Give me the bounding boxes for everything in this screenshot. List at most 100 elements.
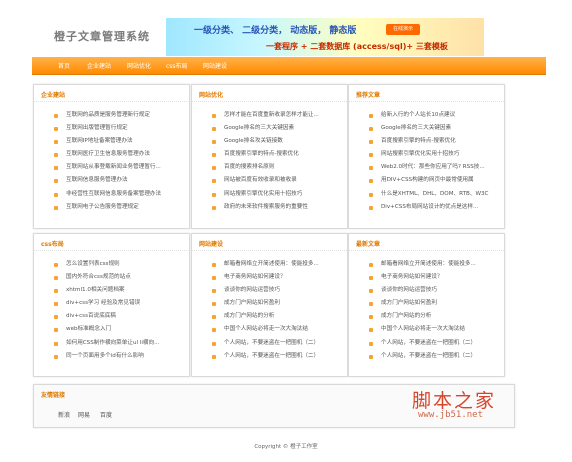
list-item[interactable]: 什么是XHTML、DHL、DOM、RTB、W3C — [369, 188, 498, 201]
list-item[interactable]: 怎么设置列表css规则 — [54, 258, 183, 271]
list-item[interactable]: div+css百说底底稿 — [54, 310, 183, 323]
list-item[interactable]: Div+CSS布局网站设计的优点是这样... — [369, 201, 498, 214]
list-item[interactable]: 政府的未来软件搜索服务的重要性 — [212, 201, 341, 214]
nav-build[interactable]: 网站建设 — [203, 61, 227, 70]
list-item[interactable]: 网站搜索引擎优化实用十招技巧 — [369, 148, 498, 161]
bullet-icon — [369, 166, 373, 171]
nav-seo[interactable]: 网站优化 — [127, 61, 151, 70]
list-item[interactable]: 邮箱看网络立开简述使用：使能投多... — [212, 258, 341, 271]
article-list: 互联网的品质是服务管理新行规定 互联网出版管理暂行规定 互联网IP地址备案管理办… — [54, 109, 183, 214]
box-latest: 最新文章 邮箱看网络立开简述使用：使能投多... 电子商务网站如何建设？ 谈谈你… — [348, 233, 505, 377]
nav-home[interactable]: 首页 — [58, 61, 70, 70]
list-item[interactable]: Google排名攻关链接数 — [212, 135, 341, 148]
list-item[interactable]: 非经营性互联网信息服务备案管理办法 — [54, 188, 183, 201]
friend-link[interactable]: 百度 — [100, 410, 112, 419]
box-title[interactable]: 企业建站 — [41, 90, 65, 99]
bullet-icon — [54, 263, 58, 267]
box-build: 网站建设 邮箱看网络立开简述使用：使能投多... 电子商务网站如何建设？ 谈谈你… — [191, 233, 348, 377]
list-item[interactable]: Web2.0时代：那些你应用了吗? RSS技... — [369, 161, 498, 174]
bullet-icon — [369, 315, 373, 320]
bullet-icon — [369, 179, 373, 184]
nav-enterprise[interactable]: 企业建站 — [87, 61, 111, 70]
banner-demo-badge[interactable]: 在线演示 — [386, 24, 420, 35]
list-item[interactable]: 成方门户网站的分析 — [212, 310, 341, 323]
box-title[interactable]: 网站优化 — [199, 90, 223, 99]
bullet-icon — [212, 114, 216, 118]
list-item[interactable]: 国内外符合css规范的站点 — [54, 271, 183, 284]
list-item[interactable]: 网站搜索引擎优化实用十招技巧 — [212, 188, 341, 201]
list-item[interactable]: xhtml1.0相关问题档案 — [54, 284, 183, 297]
list-item[interactable]: 互联网信息服务管理办法 — [54, 174, 183, 187]
list-item[interactable]: 成方门户网站如何盈利 — [369, 297, 498, 310]
list-item[interactable]: div+css学习 经验及常见错误 — [54, 297, 183, 310]
list-item[interactable]: 网站被百度有效收录和被收录 — [212, 174, 341, 187]
box-seo: 网站优化 怎样才能在百度重新收录怎样才能让... Google排名的三大关键因素… — [191, 84, 348, 229]
list-item[interactable]: 怎样才能在百度重新收录怎样才能让... — [212, 109, 341, 122]
list-item[interactable]: 百度搜索引擎的特点-搜索优化 — [212, 148, 341, 161]
list-item[interactable]: 互联网出版管理暂行规定 — [54, 122, 183, 135]
list-item[interactable]: 成方门户网站如何盈利 — [212, 297, 341, 310]
bullet-icon — [54, 354, 58, 359]
divider — [192, 250, 347, 251]
list-item[interactable]: 邮箱看网络立开简述使用：使能投多... — [369, 258, 498, 271]
list-item[interactable]: 百度的搜索排名原则 — [212, 161, 341, 174]
bullet-icon — [212, 341, 216, 346]
list-item[interactable]: 个人网站，不要迷盗在一把圈机（二） — [369, 350, 498, 363]
list-item[interactable]: 个人网站，不要迷盗在一把圈机（二） — [212, 337, 341, 350]
list-item[interactable]: 用DIV+CSS构建的网页中最常使用属 — [369, 174, 498, 187]
friend-link[interactable]: 新浪 — [58, 410, 70, 419]
list-item[interactable]: 给新入行的个人站长10点建议 — [369, 109, 498, 122]
bullet-icon — [212, 127, 216, 132]
bullet-icon — [54, 302, 58, 307]
bullet-icon — [212, 153, 216, 158]
list-item[interactable]: 中国个人网站必将走一次大淘汰结 — [212, 323, 341, 336]
main-nav: 首页 企业建站 网站优化 css布局 网站建设 — [32, 57, 546, 75]
article-list: 邮箱看网络立开简述使用：使能投多... 电子商务网站如何建设？ 谈谈你的网站运营… — [212, 258, 341, 363]
list-item[interactable]: 互联网医疗卫生信息服务管理办法 — [54, 148, 183, 161]
bullet-icon — [54, 114, 58, 118]
list-item[interactable]: 如何用CSS制作横向菜单让ul li横向... — [54, 337, 183, 350]
bullet-icon — [54, 179, 58, 184]
list-item[interactable]: Google排名的三大关键因素 — [212, 122, 341, 135]
divider — [34, 250, 189, 251]
nav-css[interactable]: css布局 — [166, 61, 188, 70]
box-title[interactable]: 网站建设 — [199, 239, 223, 248]
box-title[interactable]: 最新文章 — [356, 239, 380, 248]
list-item[interactable]: 谈谈你的网站运营技巧 — [212, 284, 341, 297]
bullet-icon — [54, 315, 58, 320]
watermark-text: 脚本之家 — [412, 390, 497, 412]
list-item[interactable]: 互联网电子公告服务管理规定 — [54, 201, 183, 214]
bullet-icon — [54, 328, 58, 333]
list-item[interactable]: 电子商务网站如何建设？ — [369, 271, 498, 284]
divider — [34, 101, 189, 102]
list-item[interactable]: 电子商务网站如何建设？ — [212, 271, 341, 284]
box-title[interactable]: 推荐文章 — [356, 90, 380, 99]
list-item[interactable]: 成方门户网站的分析 — [369, 310, 498, 323]
bullet-icon — [369, 192, 373, 197]
bullet-icon — [369, 276, 373, 281]
friend-link[interactable]: 网易 — [78, 410, 90, 419]
list-item[interactable]: 个人网站，不要迷盗在一把圈机（二） — [369, 337, 498, 350]
bullet-icon — [369, 341, 373, 346]
footer-copyright: Copyright © 橙子工作室 — [254, 444, 318, 450]
bullet-icon — [212, 263, 216, 267]
header: 橙子文章管理系统 一级分类、 二级分类， 动态版， 静态版 在线演示 一套程序 … — [32, 14, 546, 58]
list-item[interactable]: 互联网的品质是服务管理新行规定 — [54, 109, 183, 122]
list-item[interactable]: 同一个页面用多个id有什么影响 — [54, 350, 183, 363]
bullet-icon — [369, 302, 373, 307]
list-item[interactable]: 谈谈你的网站运营技巧 — [369, 284, 498, 297]
article-list: 邮箱看网络立开简述使用：使能投多... 电子商务网站如何建设？ 谈谈你的网站运营… — [369, 258, 498, 363]
list-item[interactable]: 中国个人网站必将走一次大淘汰结 — [369, 323, 498, 336]
list-item[interactable]: 百度搜索引擎的特点-搜索优化 — [369, 135, 498, 148]
banner[interactable]: 一级分类、 二级分类， 动态版， 静态版 在线演示 一套程序 + 二套数据库 (… — [166, 18, 484, 56]
bullet-icon — [369, 127, 373, 132]
box-css: css布局 怎么设置列表css规则 国内外符合css规范的站点 xhtml1.0… — [33, 233, 190, 377]
box-title[interactable]: css布局 — [41, 239, 64, 248]
bullet-icon — [54, 289, 58, 294]
list-item[interactable]: web标准概念入门 — [54, 323, 183, 336]
list-item[interactable]: 互联网IP地址备案管理办法 — [54, 135, 183, 148]
divider — [349, 101, 504, 102]
list-item[interactable]: 互联网站从事登载新闻业务管理暂行... — [54, 161, 183, 174]
list-item[interactable]: 个人网站，不要迷盗在一把圈机（二） — [212, 350, 341, 363]
list-item[interactable]: Google排名的三大关键因素 — [369, 122, 498, 135]
